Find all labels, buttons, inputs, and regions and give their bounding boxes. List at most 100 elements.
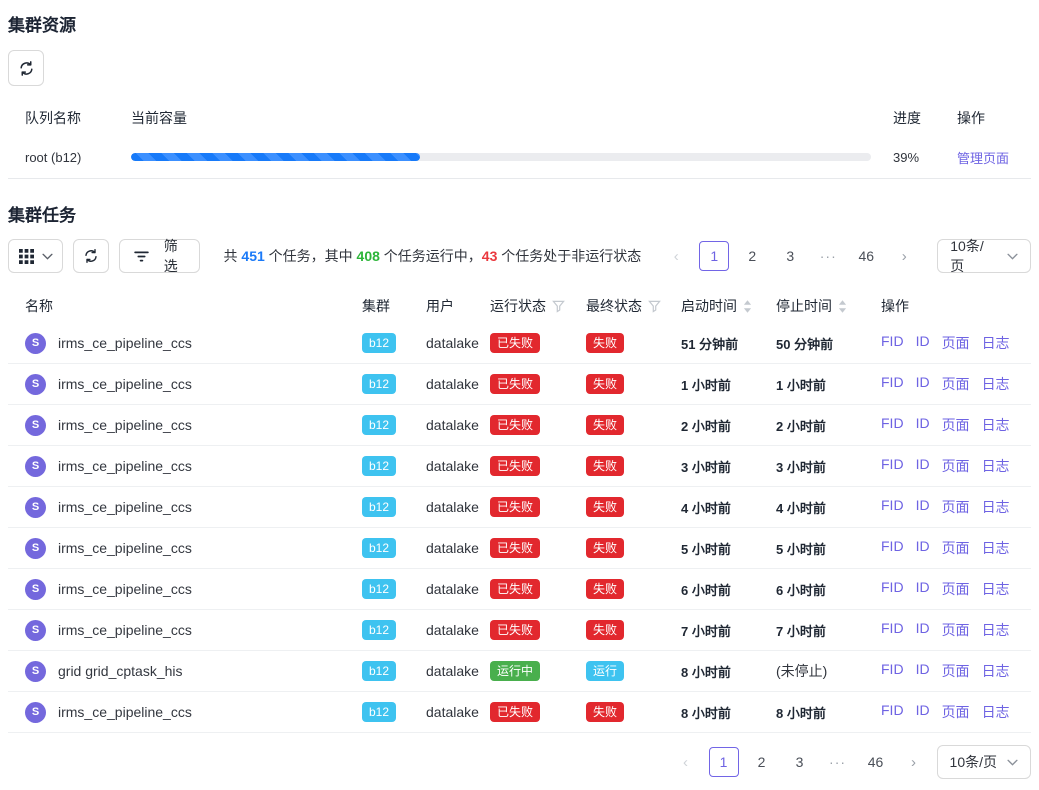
manage-page-link[interactable]: 管理页面 — [957, 151, 1009, 166]
action-link-fid[interactable]: FID — [881, 702, 904, 722]
action-link-page[interactable]: 页面 — [942, 620, 970, 640]
action-link-log[interactable]: 日志 — [982, 538, 1010, 558]
action-link-id[interactable]: ID — [916, 497, 930, 517]
cluster-badge: b12 — [362, 497, 396, 517]
action-link-id[interactable]: ID — [916, 661, 930, 681]
action-link-page[interactable]: 页面 — [942, 374, 970, 394]
tasks-refresh-button[interactable] — [73, 239, 109, 273]
action-link-id[interactable]: ID — [916, 620, 930, 640]
pagination-page-46[interactable]: 46 — [851, 241, 881, 271]
cluster-cell: b12 — [362, 702, 426, 722]
action-link-fid[interactable]: FID — [881, 538, 904, 558]
sort-icon[interactable] — [838, 300, 847, 313]
filter-button[interactable]: 筛选 — [119, 239, 199, 273]
action-link-fid[interactable]: FID — [881, 333, 904, 353]
action-link-log[interactable]: 日志 — [982, 456, 1010, 476]
final-status-cell: 失败 — [586, 374, 681, 394]
action-link-page[interactable]: 页面 — [942, 333, 970, 353]
run-status-cell: 已失败 — [490, 333, 586, 353]
action-link-log[interactable]: 日志 — [982, 702, 1010, 722]
action-link-log[interactable]: 日志 — [982, 333, 1010, 353]
pagination-page-3[interactable]: 3 — [775, 241, 805, 271]
table-row: Sgrid grid_cptask_hisb12datalake运行中运行8 小… — [8, 651, 1031, 692]
action-link-id[interactable]: ID — [916, 579, 930, 599]
pagination-page-1[interactable]: 1 — [699, 241, 729, 271]
start-time-cell: 1 小时前 — [681, 375, 776, 394]
action-link-fid[interactable]: FID — [881, 620, 904, 640]
action-link-page[interactable]: 页面 — [942, 538, 970, 558]
action-link-fid[interactable]: FID — [881, 456, 904, 476]
stop-time-cell: (未停止) — [776, 661, 881, 681]
task-name: irms_ce_pipeline_ccs — [58, 704, 192, 720]
action-link-log[interactable]: 日志 — [982, 374, 1010, 394]
filter-funnel-icon[interactable] — [552, 300, 565, 313]
action-link-log[interactable]: 日志 — [982, 661, 1010, 681]
cluster-cell: b12 — [362, 661, 426, 681]
pagination-page-2[interactable]: 2 — [737, 241, 767, 271]
pagination-prev[interactable]: ‹ — [661, 241, 691, 271]
start-time-cell: 8 小时前 — [681, 703, 776, 722]
action-link-fid[interactable]: FID — [881, 415, 904, 435]
action-link-page[interactable]: 页面 — [942, 415, 970, 435]
run-status-badge: 已失败 — [490, 497, 540, 517]
pagination-ellipsis[interactable]: ··· — [813, 241, 843, 271]
pagination-page-2[interactable]: 2 — [747, 747, 777, 777]
final-status-badge: 失败 — [586, 702, 624, 722]
action-link-page[interactable]: 页面 — [942, 579, 970, 599]
page-size-select[interactable]: 10条/页 — [937, 239, 1031, 273]
action-link-log[interactable]: 日志 — [982, 497, 1010, 517]
grid-icon — [19, 249, 34, 264]
pagination-ellipsis[interactable]: ··· — [823, 747, 853, 777]
run-status-badge: 运行中 — [490, 661, 540, 681]
action-link-log[interactable]: 日志 — [982, 579, 1010, 599]
action-link-fid[interactable]: FID — [881, 579, 904, 599]
pagination-page-46[interactable]: 46 — [861, 747, 891, 777]
action-cell: FID ID 页面日志 — [881, 333, 1031, 353]
action-link-id[interactable]: ID — [916, 538, 930, 558]
action-link-id[interactable]: ID — [916, 374, 930, 394]
action-cell: FID ID 页面日志 — [881, 456, 1031, 476]
pagination-page-1[interactable]: 1 — [709, 747, 739, 777]
summary-count-red: 43 — [482, 248, 498, 264]
action-link-id[interactable]: ID — [916, 702, 930, 722]
cluster-badge: b12 — [362, 374, 396, 394]
chevron-down-icon — [42, 253, 53, 260]
stop-time-cell: 7 小时前 — [776, 621, 881, 640]
action-link-id[interactable]: ID — [916, 456, 930, 476]
start-time: 5 小时前 — [681, 542, 731, 557]
page-size-select[interactable]: 10条/页 — [937, 745, 1031, 779]
final-status-cell: 失败 — [586, 538, 681, 558]
action-link-fid[interactable]: FID — [881, 497, 904, 517]
action-link-id[interactable]: ID — [916, 415, 930, 435]
table-row: Sirms_ce_pipeline_ccsb12datalake已失败失败3 小… — [8, 446, 1031, 487]
action-link-fid[interactable]: FID — [881, 661, 904, 681]
action-link-page[interactable]: 页面 — [942, 661, 970, 681]
pagination-prev[interactable]: ‹ — [671, 747, 701, 777]
pagination-next[interactable]: › — [899, 747, 929, 777]
column-header-progress: 进度 — [881, 108, 943, 128]
tasks-table-header: 名称 集群 用户 运行状态 最终状态 启动时间 停止时间 操作 — [8, 289, 1031, 323]
pagination-page-3[interactable]: 3 — [785, 747, 815, 777]
final-status-cell: 失败 — [586, 415, 681, 435]
action-link-id[interactable]: ID — [916, 333, 930, 353]
tasks-table-body: Sirms_ce_pipeline_ccsb12datalake已失败失败51 … — [8, 323, 1031, 733]
table-row: Sirms_ce_pipeline_ccsb12datalake已失败失败6 小… — [8, 569, 1031, 610]
pagination-next[interactable]: › — [889, 241, 919, 271]
column-settings-button[interactable] — [8, 239, 63, 273]
filter-funnel-icon[interactable] — [648, 300, 661, 313]
action-link-log[interactable]: 日志 — [982, 415, 1010, 435]
run-status-badge: 已失败 — [490, 374, 540, 394]
final-status-cell: 失败 — [586, 456, 681, 476]
action-link-page[interactable]: 页面 — [942, 456, 970, 476]
stop-time: 3 小时前 — [776, 460, 826, 475]
stop-time-cell: 3 小时前 — [776, 457, 881, 476]
action-link-fid[interactable]: FID — [881, 374, 904, 394]
resources-refresh-button[interactable] — [8, 50, 44, 86]
action-link-page[interactable]: 页面 — [942, 702, 970, 722]
sort-icon[interactable] — [743, 300, 752, 313]
table-row: Sirms_ce_pipeline_ccsb12datalake已失败失败4 小… — [8, 487, 1031, 528]
task-name: irms_ce_pipeline_ccs — [58, 458, 192, 474]
user-cell: datalake — [426, 663, 490, 679]
action-link-log[interactable]: 日志 — [982, 620, 1010, 640]
action-link-page[interactable]: 页面 — [942, 497, 970, 517]
